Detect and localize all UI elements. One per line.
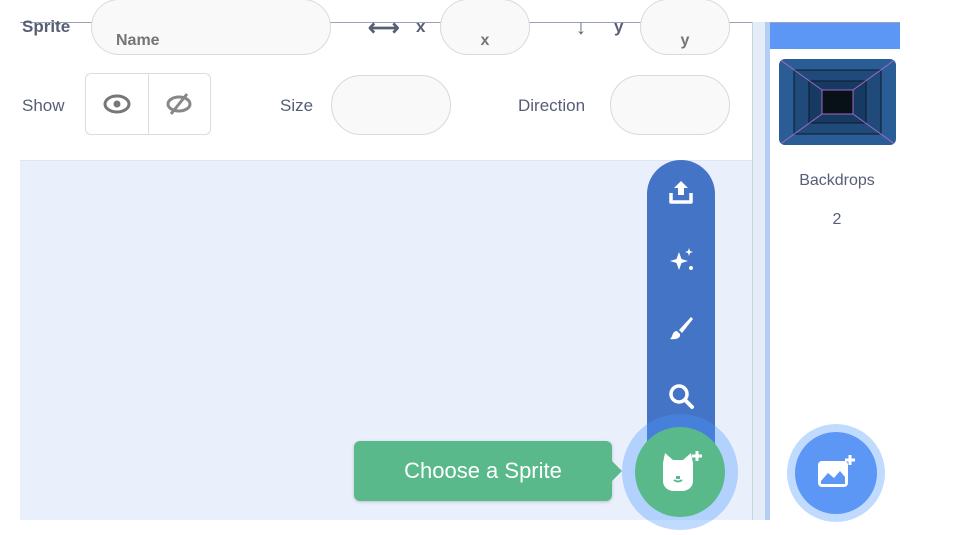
size-label: Size: [280, 96, 314, 115]
backdrop-thumbnail[interactable]: [779, 59, 896, 145]
backdrops-label: Backdrops: [799, 172, 875, 189]
sprite-label: Sprite: [22, 17, 71, 36]
sprite-name-input[interactable]: [91, 0, 331, 55]
size-input[interactable]: [331, 75, 451, 135]
y-arrow-icon: ↓: [576, 17, 586, 39]
y-label: y: [614, 17, 624, 36]
eye-icon: [103, 94, 131, 114]
show-label: Show: [22, 96, 65, 115]
hide-sprite-button[interactable]: [149, 74, 211, 134]
surprise-button[interactable]: [647, 246, 715, 274]
search-icon: [669, 384, 694, 409]
backdrops-count: 2: [832, 211, 842, 228]
y-input[interactable]: [640, 0, 730, 55]
x-input[interactable]: [440, 0, 530, 55]
paint-icon: [670, 317, 693, 340]
paint-button[interactable]: [647, 314, 715, 342]
sprite-info-panel: Sprite ⟷ x ↓ y Show Size Direction: [20, 0, 752, 162]
surprise-icon: [670, 248, 693, 270]
backdrop-tunnel-image: [779, 59, 896, 145]
show-sprite-button[interactable]: [86, 74, 149, 134]
stage-header: [770, 23, 900, 49]
panel-divider: [752, 22, 771, 520]
backdrop-plus-icon: [818, 455, 855, 487]
cat-plus-icon: [663, 451, 702, 491]
direction-input[interactable]: [610, 75, 730, 135]
choose-sprite-tooltip: Choose a Sprite: [354, 441, 622, 501]
upload-icon: [669, 181, 693, 204]
x-arrow-icon: ⟷: [368, 15, 400, 40]
eye-hidden-icon: [166, 93, 192, 115]
choose-backdrop-button[interactable]: [787, 424, 885, 522]
direction-label: Direction: [518, 96, 586, 115]
search-sprite-button[interactable]: [647, 382, 715, 410]
upload-sprite-button[interactable]: [647, 178, 715, 206]
x-label: x: [416, 17, 426, 36]
choose-sprite-button[interactable]: [622, 414, 738, 530]
